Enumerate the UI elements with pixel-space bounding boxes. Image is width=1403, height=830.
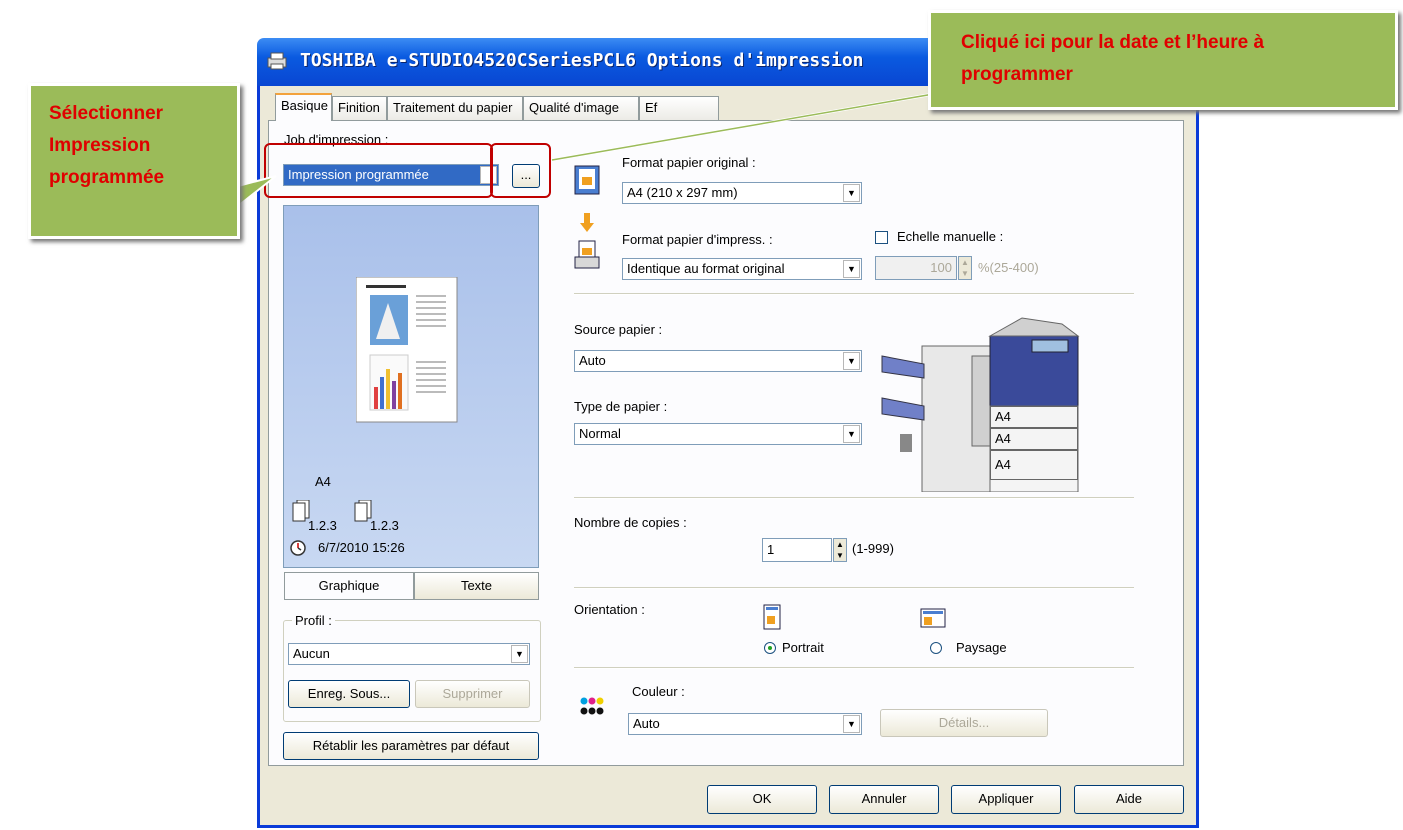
callout-left-text: Sélectionner Impression programmée bbox=[49, 103, 165, 188]
callout-right-text: Cliqué ici pour la date et l’heure à pro… bbox=[961, 32, 1265, 85]
callout-select-job: Sélectionner Impression programmée bbox=[28, 83, 240, 239]
callout-datetime: Cliqué ici pour la date et l’heure à pro… bbox=[928, 10, 1398, 110]
tab-basique[interactable]: Basique bbox=[275, 93, 332, 121]
